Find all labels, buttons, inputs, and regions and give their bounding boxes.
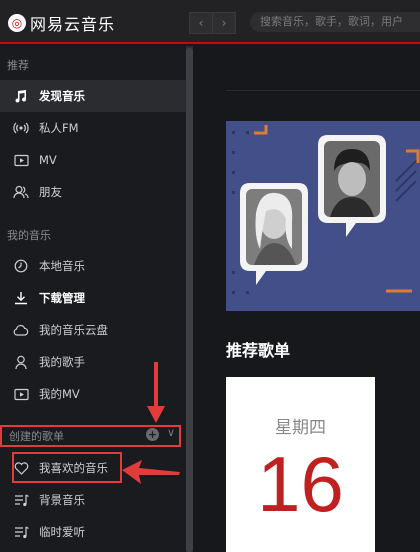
annotation-arrow-left — [122, 460, 180, 484]
sidebar-item-label: 下载管理 — [39, 291, 85, 305]
sidebar-item-mv[interactable]: MV — [0, 144, 186, 176]
sidebar-item-label: 我的歌手 — [39, 355, 85, 369]
history-nav: ‹ › — [189, 12, 236, 34]
sidebar-item-label: 我的音乐云盘 — [39, 323, 108, 337]
sidebar-item-label: 我的MV — [39, 387, 80, 401]
music-note-icon — [12, 87, 30, 105]
daily-card-day: 16 — [257, 440, 344, 528]
friends-icon — [12, 183, 30, 201]
sidebar-item-label: 私人FM — [39, 121, 79, 135]
sidebar-item-label: MV — [39, 153, 57, 167]
chevron-down-icon[interactable]: ∨ — [167, 426, 175, 439]
sidebar-item-private-fm[interactable]: 私人FM — [0, 112, 186, 144]
sidebar-item-local-music[interactable]: 本地音乐 — [0, 250, 186, 282]
sidebar-item-friends[interactable]: 朋友 — [0, 176, 186, 208]
singer-icon — [12, 353, 30, 371]
main-divider — [226, 90, 420, 91]
banner-artwork — [226, 121, 420, 311]
app-title: 网易云音乐 — [30, 15, 116, 34]
created-playlists-label: 创建的歌单 — [9, 430, 64, 443]
recommended-playlists-title: 推荐歌单 — [226, 341, 291, 360]
sidebar-item-music-cloud[interactable]: 我的音乐云盘 — [0, 314, 186, 346]
playlist-icon — [12, 491, 30, 509]
video-icon — [12, 151, 30, 169]
sidebar-item-temp-favorites[interactable]: 临时爱听 — [0, 516, 186, 548]
sidebar-item-label: 背景音乐 — [39, 493, 85, 507]
daily-recommend-card[interactable]: 星期四 16 — [226, 377, 375, 552]
sidebar-item-label: 朋友 — [39, 185, 62, 199]
sidebar-item-label: 临时爱听 — [39, 525, 85, 539]
netease-logo-icon: ◎ — [8, 14, 26, 32]
section-title-recommend: 推荐 — [7, 59, 29, 72]
video-icon — [12, 385, 30, 403]
sidebar-item-background-music[interactable]: 背景音乐 — [0, 484, 186, 516]
cloud-icon — [12, 321, 30, 339]
sidebar-item-label: 发现音乐 — [39, 89, 85, 103]
add-playlist-icon[interactable]: + — [146, 428, 159, 441]
sidebar-item-label: 本地音乐 — [39, 259, 85, 273]
back-button[interactable]: ‹ — [189, 12, 213, 34]
sidebar-item-download-manager[interactable]: 下载管理 — [0, 282, 186, 314]
clock-icon — [12, 257, 30, 275]
section-title-my-music: 我的音乐 — [7, 229, 51, 242]
forward-button[interactable]: › — [213, 12, 236, 34]
annotation-box — [12, 452, 122, 483]
title-bar: ◎ 网易云音乐 ‹ › 搜索音乐，歌手，歌词，用户 — [0, 0, 420, 44]
download-icon — [12, 289, 30, 307]
promo-banner[interactable] — [226, 121, 420, 311]
daily-card-weekday: 星期四 — [275, 418, 326, 438]
sidebar-scroll-thumb[interactable] — [186, 48, 193, 552]
app-logo[interactable]: ◎ 网易云音乐 — [8, 11, 115, 35]
playlist-icon — [12, 523, 30, 541]
search-input[interactable]: 搜索音乐，歌手，歌词，用户 — [250, 12, 420, 32]
annotation-arrow-down — [147, 362, 165, 423]
sidebar-item-discover-music[interactable]: 发现音乐 — [0, 80, 186, 112]
radio-icon — [12, 119, 30, 137]
